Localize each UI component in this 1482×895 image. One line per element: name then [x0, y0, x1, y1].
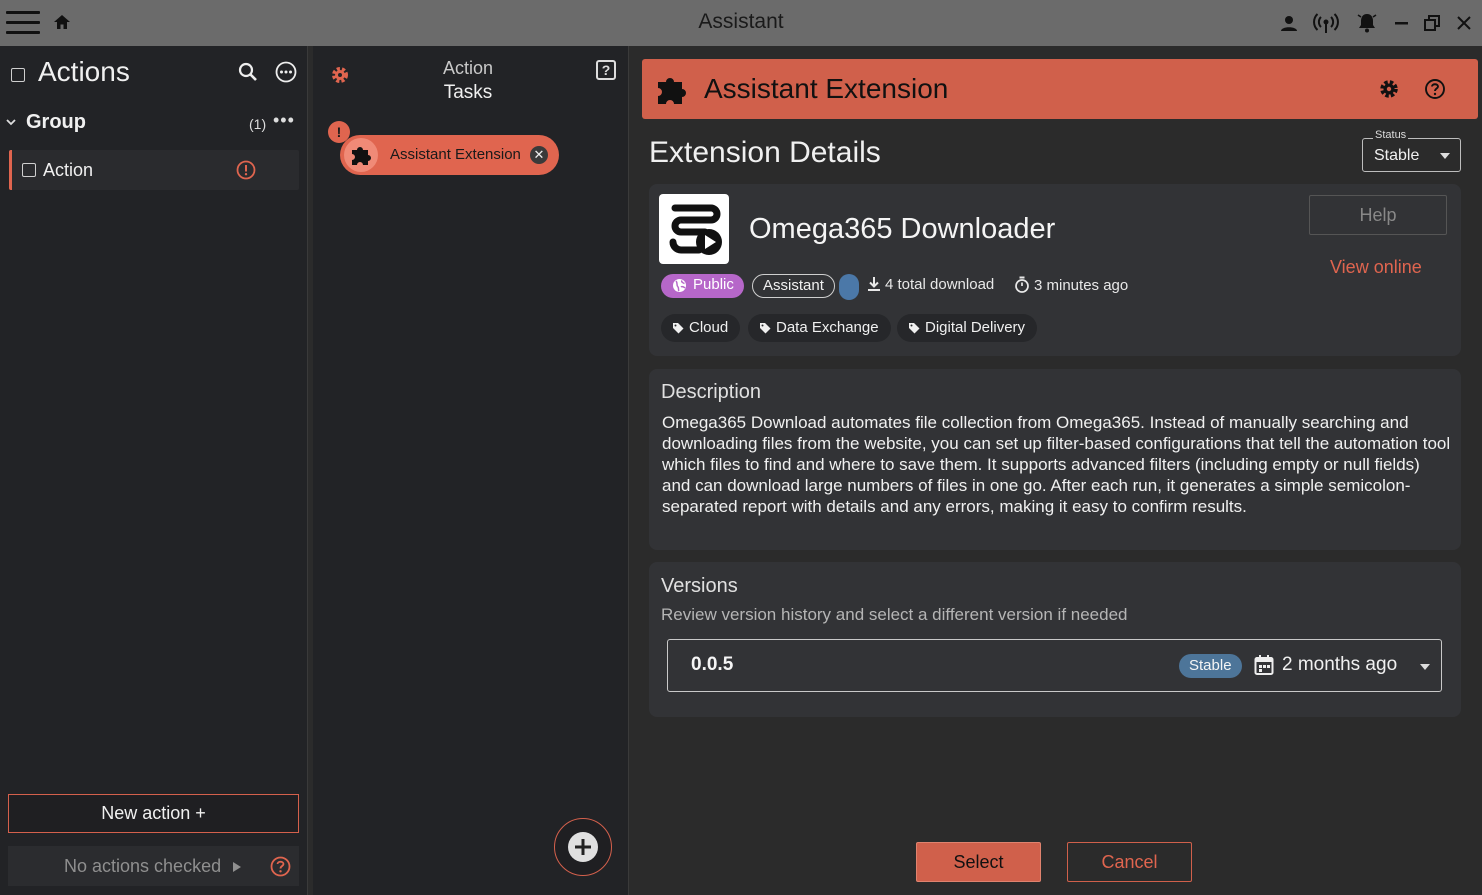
status-label: Status [1373, 129, 1409, 141]
action-item[interactable]: Action [9, 150, 299, 190]
select-button[interactable]: Select [916, 842, 1041, 882]
caret-down-icon [1440, 153, 1450, 159]
status-select[interactable]: Status Stable [1362, 129, 1461, 172]
tag-icon [909, 323, 920, 334]
version-select[interactable]: 0.0.5 Stable 2 months ago [667, 639, 1442, 692]
status-value: Stable [1374, 147, 1420, 164]
task-chip-assistant-extension[interactable]: Assistant Extension ✕ [340, 135, 559, 175]
updated-meta: 3 minutes ago [1014, 276, 1128, 294]
details-title: Extension Details [649, 136, 881, 169]
user-icon[interactable] [1278, 12, 1300, 34]
panel-title-line2: Tasks [443, 82, 493, 103]
actions-panel: Actions Group (1) ••• Action New action … [0, 46, 308, 895]
group-name: Group [26, 111, 86, 133]
download-icon [868, 277, 880, 291]
restore-icon[interactable] [1421, 12, 1443, 34]
chip-warning-icon: ! [328, 121, 350, 143]
public-badge-label: Public [693, 276, 734, 293]
puzzle-icon [344, 138, 378, 172]
warning-icon [236, 160, 256, 180]
version-date: 2 months ago [1282, 654, 1398, 675]
broadcast-icon[interactable] [1313, 12, 1339, 34]
chip-close-icon[interactable]: ✕ [530, 146, 548, 164]
close-icon[interactable] [1453, 12, 1475, 34]
action-checkbox[interactable] [22, 163, 36, 177]
extension-name: Omega365 Downloader [749, 213, 1056, 245]
timer-icon [1015, 276, 1029, 293]
chevron-down-icon[interactable] [5, 116, 17, 128]
header-title: Assistant Extension [704, 73, 949, 104]
tag-label: Digital Delivery [925, 319, 1026, 336]
actions-title: Actions [38, 56, 130, 87]
play-icon[interactable] [233, 862, 241, 872]
title-bar: Assistant [0, 0, 1482, 46]
search-icon[interactable] [237, 61, 259, 83]
tag-label: Cloud [689, 319, 729, 336]
more-options-icon[interactable] [275, 61, 297, 83]
extension-logo-icon [659, 194, 729, 264]
description-card: Description Omega365 Download automates … [649, 369, 1461, 550]
help-box-icon[interactable]: ? [596, 60, 616, 80]
avatar [839, 274, 859, 300]
help-icon[interactable] [270, 856, 291, 877]
extension-info-card: Omega365 Downloader Help View online Pub… [649, 184, 1461, 356]
puzzle-icon [658, 78, 686, 104]
group-row[interactable]: Group (1) ••• [0, 108, 308, 138]
caret-down-icon [1420, 664, 1430, 670]
home-icon[interactable] [52, 12, 72, 32]
calendar-icon [1254, 655, 1274, 675]
version-status-badge: Stable [1179, 654, 1242, 678]
action-label: Action [43, 160, 94, 180]
help-icon[interactable] [1424, 78, 1446, 100]
cancel-button[interactable]: Cancel [1067, 842, 1192, 882]
plus-icon [568, 832, 598, 862]
description-text: Omega365 Download automates file collect… [662, 413, 1451, 516]
no-actions-label[interactable]: No actions checked [64, 856, 221, 877]
versions-subtitle: Review version history and select a diff… [661, 605, 1128, 624]
downloads-meta: 4 total download [867, 276, 994, 293]
downloads-count: 4 total download [885, 276, 995, 293]
extension-panel: Assistant Extension Extension Details St… [630, 46, 1482, 895]
assistant-badge: Assistant [752, 274, 835, 298]
no-actions-bar: No actions checked [8, 846, 299, 886]
versions-card: Versions Review version history and sele… [649, 562, 1461, 717]
select-all-checkbox[interactable] [11, 68, 25, 82]
group-count: (1) [249, 116, 267, 132]
view-online-link[interactable]: View online [1330, 257, 1422, 278]
tag-cloud: Cloud [661, 314, 741, 342]
versions-title: Versions [661, 575, 738, 597]
add-task-button[interactable] [554, 818, 612, 876]
version-number: 0.0.5 [691, 654, 734, 675]
minimize-icon[interactable] [1391, 12, 1413, 34]
gear-icon[interactable] [1378, 78, 1400, 100]
menu-icon[interactable] [6, 11, 40, 35]
help-button[interactable]: Help [1309, 195, 1447, 235]
window-title: Assistant [698, 10, 784, 33]
description-title: Description [661, 381, 762, 403]
new-action-button[interactable]: New action + [8, 794, 299, 833]
action-tasks-panel: Action Tasks ? Assistant Extension ✕ ! [313, 46, 629, 895]
tag-data-exchange: Data Exchange [748, 314, 891, 342]
updated-time: 3 minutes ago [1034, 277, 1129, 294]
bell-icon[interactable] [1356, 12, 1378, 34]
tag-label: Data Exchange [776, 319, 879, 336]
extension-header: Assistant Extension [642, 59, 1478, 119]
tag-icon [673, 323, 684, 334]
globe-icon [673, 279, 686, 292]
tag-icon [760, 323, 771, 334]
group-more-button[interactable]: ••• [273, 110, 295, 131]
chip-label: Assistant Extension [390, 146, 521, 163]
tag-digital-delivery: Digital Delivery [897, 314, 1038, 342]
panel-title-line1: Action [442, 58, 494, 78]
public-badge: Public [661, 274, 744, 298]
